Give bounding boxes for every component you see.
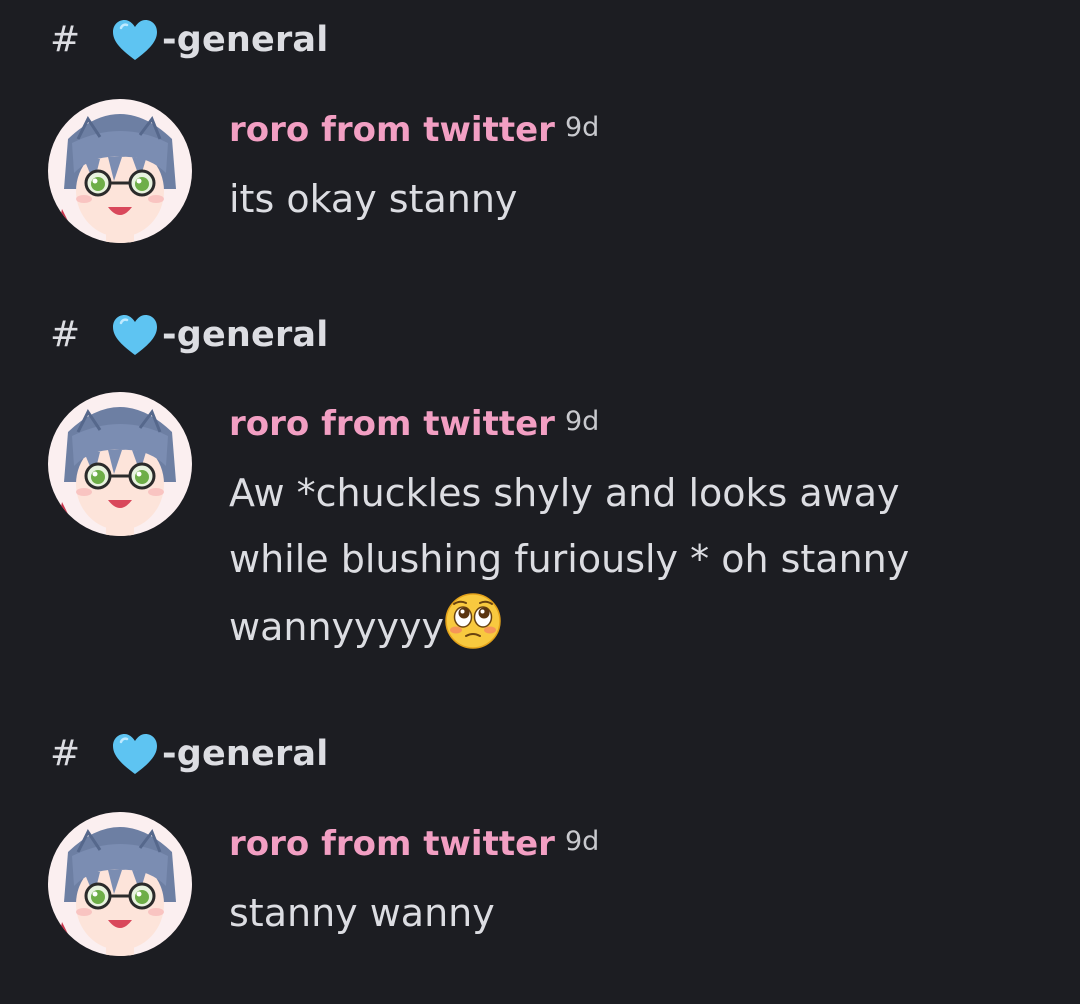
channel-name: -general [162, 20, 329, 60]
channel-header[interactable]: # -general [50, 313, 328, 357]
avatar[interactable] [48, 99, 192, 243]
hash-icon: # [50, 314, 81, 355]
avatar[interactable] [48, 812, 192, 956]
username[interactable]: roro from twitter [229, 404, 555, 444]
channel-header[interactable]: # -general [50, 732, 328, 776]
hash-icon: # [50, 733, 81, 774]
message-text: its okay stanny [229, 166, 1029, 232]
username[interactable]: roro from twitter [229, 110, 555, 150]
message-line: stanny wanny [229, 891, 495, 935]
avatar[interactable] [48, 392, 192, 536]
hash-icon: # [50, 19, 81, 60]
blue-heart-icon [110, 313, 160, 357]
username[interactable]: roro from twitter [229, 824, 555, 864]
message-line: Aw *chuckles shyly and looks away [229, 471, 900, 515]
timestamp: 9d [565, 406, 600, 437]
message-line: wannyyyyy [229, 592, 1029, 660]
channel-header[interactable]: # -general [50, 18, 328, 62]
message-text: Aw *chuckles shyly and looks away while … [229, 460, 1029, 660]
timestamp: 9d [565, 826, 600, 857]
channel-name: -general [162, 734, 329, 774]
blue-heart-icon [110, 18, 160, 62]
message-text: stanny wanny [229, 880, 1029, 946]
pleading-face-icon [444, 592, 502, 650]
message-line: its okay stanny [229, 177, 518, 221]
timestamp: 9d [565, 112, 600, 143]
blue-heart-icon [110, 732, 160, 776]
channel-name: -general [162, 315, 329, 355]
message-line: while blushing furiously * oh stanny [229, 537, 910, 581]
